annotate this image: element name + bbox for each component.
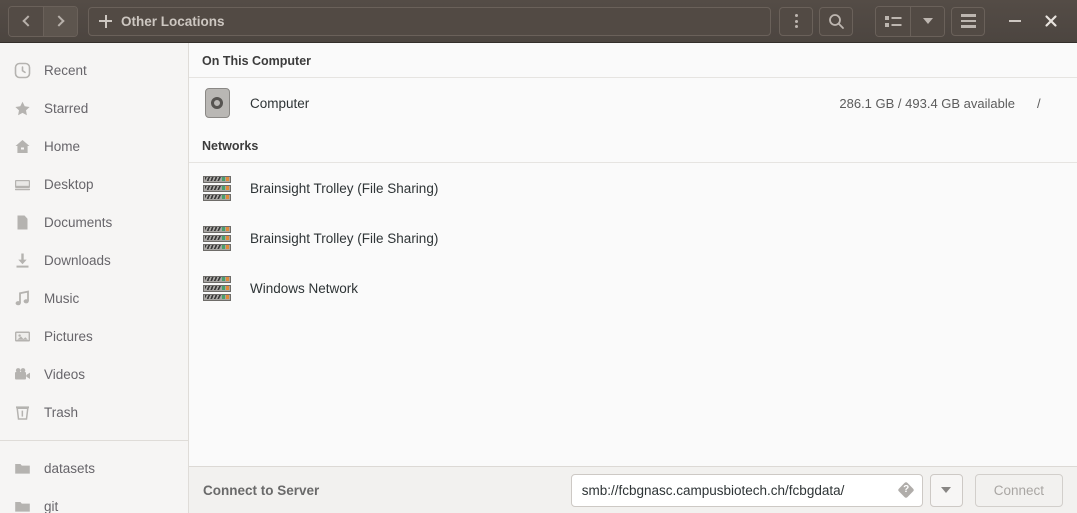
sidebar-item-trash[interactable]: Trash bbox=[0, 393, 188, 431]
picture-icon bbox=[14, 328, 31, 345]
row-name: Brainsight Trolley (File Sharing) bbox=[250, 180, 439, 196]
view-mode-group bbox=[875, 5, 945, 37]
list-view-icon bbox=[884, 15, 901, 27]
sidebar-item-pictures[interactable]: Pictures bbox=[0, 317, 188, 355]
view-options-dropdown[interactable] bbox=[910, 6, 944, 36]
folder-icon bbox=[14, 460, 31, 477]
close-button[interactable] bbox=[1033, 5, 1069, 37]
sidebar-item-datasets[interactable]: datasets bbox=[0, 449, 188, 487]
network-server-icon bbox=[202, 273, 232, 303]
sidebar-item-label: Starred bbox=[44, 100, 89, 116]
main-content: On This Computer Computer 286.1 GB / 493… bbox=[189, 43, 1077, 513]
section-header-networks: Networks bbox=[202, 139, 259, 153]
row-name: Computer bbox=[250, 95, 310, 111]
trash-icon bbox=[14, 404, 31, 421]
sidebar-item-label: Trash bbox=[44, 404, 79, 420]
table-row[interactable]: Brainsight Trolley (File Sharing) bbox=[189, 213, 1077, 263]
sidebar-item-label: datasets bbox=[44, 460, 96, 476]
sidebar-divider bbox=[0, 440, 188, 441]
plus-icon bbox=[99, 14, 112, 28]
connect-to-server-bar: Connect to Server smb://fcbgnasc.campusb… bbox=[189, 466, 1077, 513]
sidebar-item-recent[interactable]: Recent bbox=[0, 51, 188, 89]
connect-controls: smb://fcbgnasc.campusbiotech.ch/fcbgdata… bbox=[570, 473, 1063, 507]
row-name: Brainsight Trolley (File Sharing) bbox=[250, 230, 439, 246]
sidebar-item-music[interactable]: Music bbox=[0, 279, 188, 317]
table-row[interactable]: Computer 286.1 GB / 493.4 GB available / bbox=[189, 78, 1077, 128]
help-icon[interactable]: ? bbox=[897, 481, 915, 499]
star-icon bbox=[14, 100, 31, 117]
sidebar-item-label: Pictures bbox=[44, 328, 93, 344]
connect-to-server-label: Connect to Server bbox=[203, 482, 320, 498]
path-bar[interactable]: Other Locations bbox=[88, 6, 771, 36]
server-address-value: smb://fcbgnasc.campusbiotech.ch/fcbgdata… bbox=[581, 482, 845, 498]
table-row[interactable]: Brainsight Trolley (File Sharing) bbox=[189, 163, 1077, 213]
sidebar-item-label: Recent bbox=[44, 62, 87, 78]
window-body: Recent Starred Home Desktop Documents Do… bbox=[0, 43, 1077, 513]
close-icon bbox=[1045, 15, 1057, 27]
network-server-icon bbox=[202, 223, 232, 253]
chevron-left-icon bbox=[21, 15, 34, 27]
search-icon bbox=[828, 13, 844, 29]
sidebar-item-label: Documents bbox=[44, 214, 113, 230]
folder-icon bbox=[14, 498, 31, 513]
sidebar-item-label: Home bbox=[44, 138, 81, 154]
hard-drive-icon bbox=[202, 88, 232, 118]
hamburger-menu-icon bbox=[960, 14, 976, 28]
window-controls bbox=[997, 5, 1069, 37]
help-glyph: ? bbox=[903, 484, 910, 495]
locations-list: On This Computer Computer 286.1 GB / 493… bbox=[189, 43, 1077, 466]
search-button[interactable] bbox=[819, 6, 853, 36]
sidebar-item-label: Videos bbox=[44, 366, 86, 382]
table-row[interactable]: Windows Network bbox=[189, 263, 1077, 313]
sidebar-item-videos[interactable]: Videos bbox=[0, 355, 188, 393]
row-capacity: 286.1 GB / 493.4 GB available bbox=[839, 95, 1015, 111]
home-icon bbox=[14, 138, 31, 155]
section-header-on-this-computer: On This Computer bbox=[202, 54, 312, 68]
music-note-icon bbox=[14, 290, 31, 307]
download-icon bbox=[14, 252, 31, 269]
list-view-button[interactable] bbox=[876, 6, 910, 36]
path-bar-label: Other Locations bbox=[121, 13, 225, 29]
sidebar-item-starred[interactable]: Starred bbox=[0, 89, 188, 127]
desktop-icon bbox=[14, 176, 31, 193]
options-menu-button[interactable] bbox=[779, 6, 813, 36]
sidebar-item-documents[interactable]: Documents bbox=[0, 203, 188, 241]
minimize-icon bbox=[1009, 19, 1021, 23]
sidebar-item-git[interactable]: git bbox=[0, 487, 188, 513]
row-name: Windows Network bbox=[250, 280, 359, 296]
chevron-down-icon bbox=[941, 487, 952, 493]
main-menu-button[interactable] bbox=[951, 6, 985, 36]
document-icon bbox=[14, 214, 31, 231]
clock-icon bbox=[14, 62, 31, 79]
sidebar-item-desktop[interactable]: Desktop bbox=[0, 165, 188, 203]
video-camera-icon bbox=[14, 366, 31, 383]
sidebar: Recent Starred Home Desktop Documents Do… bbox=[0, 43, 189, 513]
server-address-input[interactable]: smb://fcbgnasc.campusbiotech.ch/fcbgdata… bbox=[570, 473, 923, 507]
chevron-right-icon bbox=[53, 15, 65, 27]
server-history-dropdown[interactable] bbox=[929, 473, 963, 507]
sidebar-item-label: Music bbox=[44, 290, 80, 306]
row-mount-path: / bbox=[1037, 95, 1041, 111]
minimize-button[interactable] bbox=[997, 5, 1033, 37]
sidebar-item-label: git bbox=[44, 498, 59, 513]
forward-button[interactable] bbox=[43, 6, 77, 36]
header-bar: Other Locations bbox=[0, 0, 1077, 43]
sidebar-item-label: Desktop bbox=[44, 176, 94, 192]
network-server-icon bbox=[202, 173, 232, 203]
navigation-buttons bbox=[8, 5, 78, 37]
back-button[interactable] bbox=[9, 6, 43, 36]
connect-button[interactable]: Connect bbox=[974, 473, 1063, 507]
sidebar-item-label: Downloads bbox=[44, 252, 111, 268]
menu-dots-icon bbox=[794, 14, 798, 28]
sidebar-item-downloads[interactable]: Downloads bbox=[0, 241, 188, 279]
file-manager-window: Other Locations Recent Starred Home Desk… bbox=[0, 0, 1077, 513]
sidebar-item-home[interactable]: Home bbox=[0, 127, 188, 165]
chevron-down-icon bbox=[922, 18, 933, 24]
